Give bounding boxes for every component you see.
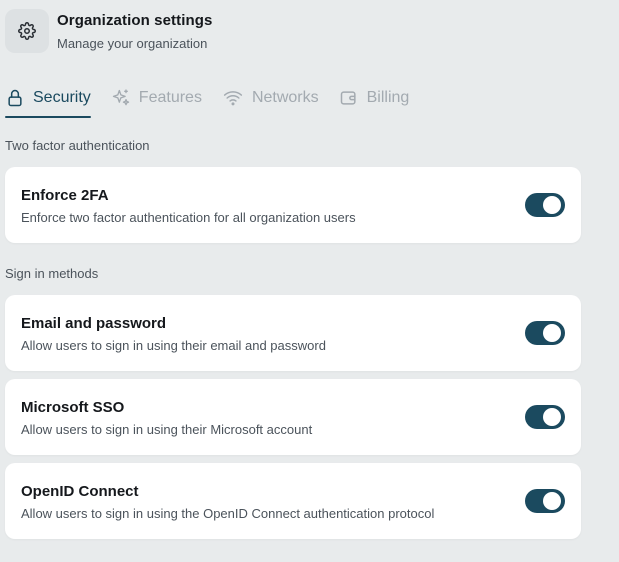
toggle-knob [543, 492, 561, 510]
tab-features-label: Features [138, 89, 202, 106]
email-password-toggle[interactable] [525, 321, 565, 345]
page-title: Organization settings [57, 12, 213, 29]
tab-networks-label: Networks [251, 89, 319, 106]
toggle-knob [543, 196, 561, 214]
setting-description: Allow users to sign in using the OpenID … [21, 506, 435, 521]
openid-connect-toggle[interactable] [525, 489, 565, 513]
setting-title: Microsoft SSO [21, 399, 125, 416]
setting-card-email-password: Email and password Allow users to sign i… [5, 295, 581, 371]
section-label-two-factor: Two factor authentication [5, 138, 150, 153]
setting-card-enforce-2fa: Enforce 2FA Enforce two factor authentic… [5, 167, 581, 243]
toggle-knob [543, 324, 561, 342]
wallet-icon [339, 88, 359, 108]
tab-networks[interactable]: Networks [222, 86, 319, 110]
setting-card-microsoft-sso: Microsoft SSO Allow users to sign in usi… [5, 379, 581, 455]
sparkles-icon [111, 88, 131, 108]
setting-description: Allow users to sign in using their email… [21, 338, 326, 353]
page-subtitle: Manage your organization [57, 36, 208, 51]
gear-icon [5, 9, 49, 53]
setting-title: Enforce 2FA [21, 187, 109, 204]
toggle-knob [543, 408, 561, 426]
section-label-sign-in: Sign in methods [5, 266, 99, 281]
lock-icon [5, 88, 25, 108]
setting-description: Allow users to sign in using their Micro… [21, 422, 313, 437]
tab-billing-label: Billing [366, 89, 410, 106]
setting-description: Enforce two factor authentication for al… [21, 210, 356, 225]
tab-billing[interactable]: Billing [339, 86, 410, 110]
tab-security[interactable]: Security [5, 86, 91, 118]
page-header: Organization settings Manage your organi… [5, 9, 212, 53]
tab-features[interactable]: Features [111, 86, 202, 110]
wifi-icon [222, 88, 244, 108]
tab-security-label: Security [33, 89, 91, 106]
setting-title: Email and password [21, 315, 167, 332]
setting-card-openid-connect: OpenID Connect Allow users to sign in us… [5, 463, 581, 539]
microsoft-sso-toggle[interactable] [525, 405, 565, 429]
enforce-2fa-toggle[interactable] [525, 193, 565, 217]
settings-tabs: Security Features Networks Billing [5, 86, 429, 118]
setting-title: OpenID Connect [21, 483, 139, 500]
